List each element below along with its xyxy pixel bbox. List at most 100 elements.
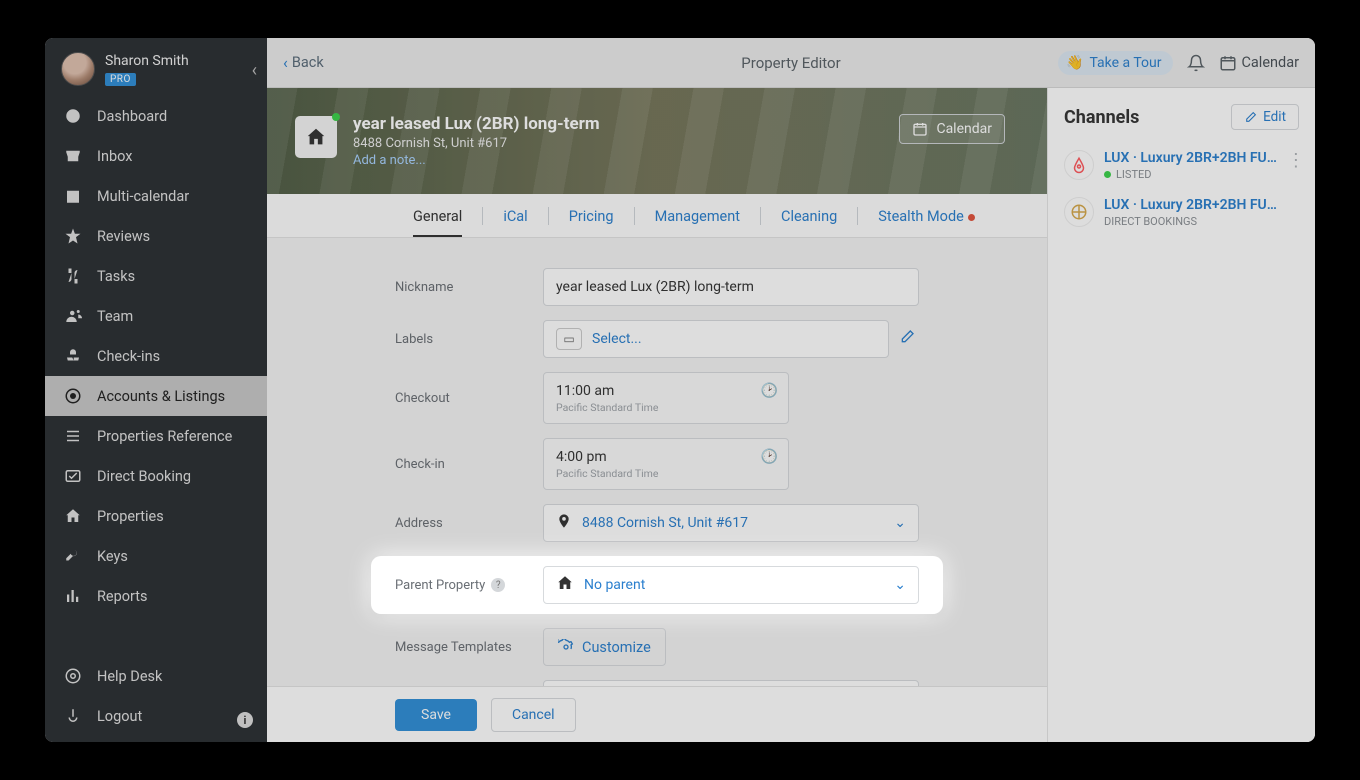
tab-label: Cleaning	[781, 208, 837, 225]
sidebar-item-properties-reference[interactable]: Properties Reference	[45, 416, 267, 456]
sidebar-item-label: Properties Reference	[97, 428, 232, 445]
help-icon[interactable]: ?	[491, 578, 505, 592]
nav-icon	[63, 227, 83, 245]
channels-panel: Channels Edit LUX · Luxury 2BR+2BH FU…LI…	[1047, 88, 1315, 742]
tab-general[interactable]: General	[393, 208, 482, 237]
sidebar-item-team[interactable]: Team	[45, 296, 267, 336]
sidebar-item-multi-calendar[interactable]: Multi-calendar	[45, 176, 267, 216]
checkin-input[interactable]: 4:00 pm Pacific Standard Time 🕑	[543, 438, 789, 490]
topbar: ‹ Back Property Editor 👋 Take a Tour Cal…	[267, 38, 1315, 88]
tab-management[interactable]: Management	[635, 208, 760, 237]
calendar-top-button[interactable]: Calendar	[1219, 54, 1299, 72]
sidebar-item-label: Direct Booking	[97, 468, 191, 485]
hero-calendar-label: Calendar	[936, 121, 992, 137]
sidebar-item-label: Dashboard	[97, 108, 167, 125]
tab-label: Stealth Mode	[878, 208, 964, 225]
labels-edit-icon[interactable]	[899, 329, 915, 349]
sidebar-item-dashboard[interactable]: Dashboard	[45, 96, 267, 136]
templates-label: Message Templates	[395, 640, 543, 655]
hero-calendar-button[interactable]: Calendar	[899, 114, 1005, 144]
sidebar-collapse-icon[interactable]: ‹	[252, 60, 257, 81]
chevron-down-icon: ⌄	[894, 577, 906, 593]
nickname-input[interactable]: year leased Lux (2BR) long-term	[543, 268, 919, 306]
checkin-value: 4:00 pm	[556, 449, 607, 465]
property-address: 8488 Cornish St, Unit #617	[353, 136, 600, 151]
nickname-value: year leased Lux (2BR) long-term	[556, 279, 754, 295]
take-tour-button[interactable]: 👋 Take a Tour	[1058, 51, 1173, 75]
address-select[interactable]: 8488 Cornish St, Unit #617 ⌄	[543, 504, 919, 542]
nav-icon	[63, 307, 83, 325]
parent-select[interactable]: No parent ⌄	[543, 566, 919, 604]
nav-icon	[63, 387, 83, 405]
tag-icon: ▭	[556, 328, 582, 350]
nav-icon	[63, 707, 83, 725]
address-value: 8488 Cornish St, Unit #617	[582, 515, 748, 531]
sidebar-item-reports[interactable]: Reports	[45, 576, 267, 616]
airbnb-icon	[1064, 150, 1094, 180]
cancel-button[interactable]: Cancel	[491, 698, 576, 732]
info-icon[interactable]: i	[237, 712, 253, 728]
sidebar: Sharon Smith PRO ‹ Dashboard Inbox Multi-c…	[45, 38, 267, 742]
parent-property-row: Parent Property ? No parent ⌄	[371, 556, 943, 614]
nickname-label: Nickname	[395, 280, 543, 295]
address-label: Address	[395, 516, 543, 531]
checkout-input[interactable]: 11:00 am Pacific Standard Time 🕑	[543, 372, 789, 424]
sidebar-item-label: Accounts & Listings	[97, 388, 225, 405]
save-button[interactable]: Save	[395, 699, 477, 731]
nav-icon	[63, 187, 83, 205]
kebab-icon[interactable]: ⋮	[1287, 150, 1305, 171]
tab-stealth-mode[interactable]: Stealth Mode	[858, 208, 995, 237]
sidebar-item-reviews[interactable]: Reviews	[45, 216, 267, 256]
sidebar-item-help-desk[interactable]: Help Desk	[45, 656, 267, 696]
chevron-down-icon: ⌄	[894, 515, 906, 531]
sidebar-item-keys[interactable]: Keys	[45, 536, 267, 576]
sidebar-item-tasks[interactable]: Tasks	[45, 256, 267, 296]
sidebar-item-label: Properties	[97, 508, 164, 525]
add-note-link[interactable]: Add a note...	[353, 153, 600, 168]
sidebar-item-label: Help Desk	[97, 668, 162, 685]
form-footer: Save Cancel	[267, 686, 1047, 742]
tab-label: Pricing	[569, 208, 614, 225]
user-name: Sharon Smith	[105, 53, 189, 69]
form-area: Nickname year leased Lux (2BR) long-term…	[267, 238, 1047, 686]
sidebar-item-label: Reports	[97, 588, 148, 605]
parent-label: Parent Property ?	[395, 578, 543, 593]
checkout-label: Checkout	[395, 391, 543, 406]
sidebar-item-accounts-listings[interactable]: Accounts & Listings	[45, 376, 267, 416]
back-button[interactable]: ‹ Back	[283, 53, 324, 72]
sidebar-item-label: Reviews	[97, 228, 150, 245]
checkout-value: 11:00 am	[556, 383, 614, 399]
nav-icon	[63, 427, 83, 445]
channel-item[interactable]: LUX · Luxury 2BR+2BH FU…LISTED⋮	[1064, 142, 1299, 189]
sidebar-item-label: Team	[97, 308, 133, 325]
sidebar-item-label: Inbox	[97, 148, 132, 165]
tab-pricing[interactable]: Pricing	[549, 208, 634, 237]
sidebar-item-direct-booking[interactable]: Direct Booking	[45, 456, 267, 496]
profile-block[interactable]: Sharon Smith PRO ‹	[45, 38, 267, 96]
checkin-label: Check-in	[395, 457, 543, 472]
notifications-icon[interactable]	[1187, 54, 1205, 72]
avatar[interactable]	[61, 52, 95, 86]
customize-label: Customize	[582, 639, 651, 656]
channel-item[interactable]: LUX · Luxury 2BR+2BH FURN…DIRECT BOOKING…	[1064, 189, 1299, 236]
property-title: year leased Lux (2BR) long-term	[353, 114, 600, 134]
channels-edit-button[interactable]: Edit	[1231, 104, 1299, 130]
tab-ical[interactable]: iCal	[483, 208, 547, 237]
sidebar-item-properties[interactable]: Properties	[45, 496, 267, 536]
tab-cleaning[interactable]: Cleaning	[761, 208, 857, 237]
labels-placeholder: Select...	[592, 331, 642, 347]
sidebar-item-label: Keys	[97, 548, 128, 565]
property-tabs: General iCal Pricing Management Cleaning Stea…	[267, 194, 1047, 238]
sidebar-item-logout[interactable]: Logout	[45, 696, 267, 736]
tab-label: General	[413, 208, 462, 225]
sidebar-item-label: Check-ins	[97, 348, 160, 365]
customize-button[interactable]: Customize	[543, 628, 666, 666]
nav-icon	[63, 667, 83, 685]
property-house-icon	[295, 116, 337, 158]
sidebar-item-label: Logout	[97, 708, 142, 725]
sidebar-item-inbox[interactable]: Inbox	[45, 136, 267, 176]
globe-icon	[1064, 197, 1094, 227]
labels-select[interactable]: ▭ Select...	[543, 320, 889, 358]
nav-icon	[63, 107, 83, 125]
sidebar-item-check-ins[interactable]: Check-ins	[45, 336, 267, 376]
